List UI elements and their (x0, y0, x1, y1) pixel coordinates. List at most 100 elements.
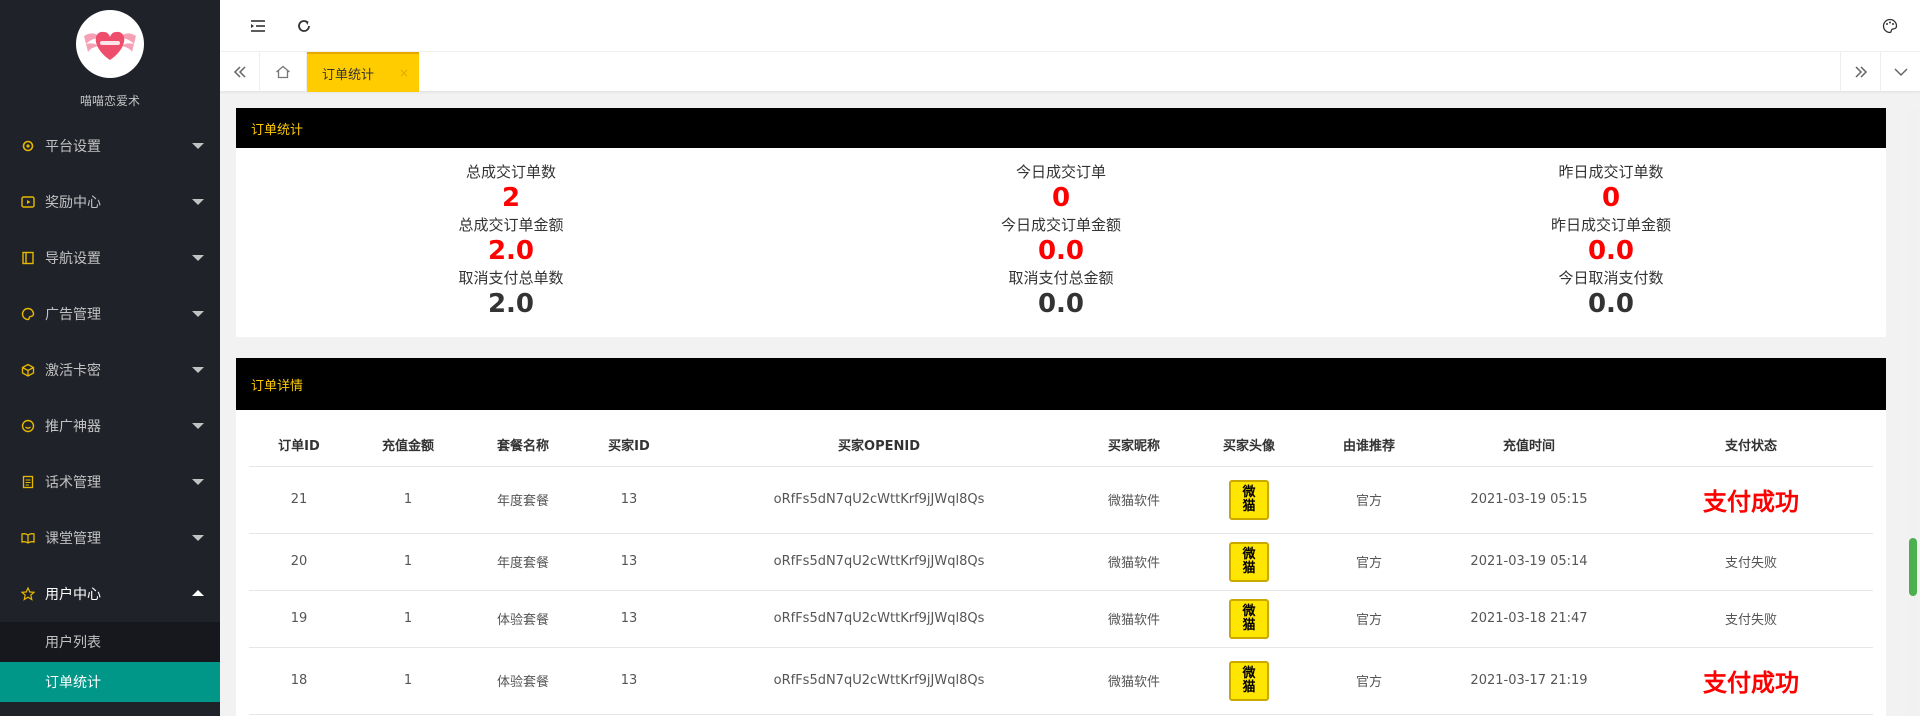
avatar[interactable]: 微猫 (1229, 479, 1269, 520)
star-icon (20, 586, 36, 602)
palette-icon (20, 306, 36, 322)
sidebar-item-label: 话术管理 (45, 475, 101, 491)
page-scrollbar[interactable] (1908, 108, 1918, 716)
theme-palette-icon[interactable] (1880, 16, 1900, 36)
cell-buyer-id: 13 (579, 590, 679, 648)
tabs-scroll-right-icon[interactable] (1840, 52, 1880, 92)
logo[interactable] (76, 10, 144, 78)
column-header[interactable]: 由谁推荐 (1309, 424, 1429, 467)
chevron-down-icon (192, 199, 204, 205)
stat-label: 今日成交订单金额 (1000, 216, 1121, 234)
avatar[interactable]: 微猫 (1229, 541, 1269, 582)
cell-referrer: 官方 (1309, 647, 1429, 715)
column-header[interactable]: 买家昵称 (1079, 424, 1189, 467)
cell-openid: oRfFs5dN7qU2cWttKrf9jJWql8Qs (679, 590, 1079, 648)
cell-status: 支付成功 (1629, 466, 1873, 534)
sidebar-item-label: 广告管理 (45, 307, 101, 323)
stat-value: 0.0 (1587, 289, 1635, 319)
cell-buyer-id: 13 (579, 533, 679, 591)
brand-name: 喵喵恋爱术 (79, 94, 140, 108)
stat-value: 0.0 (1037, 289, 1085, 319)
stat-value: 2.0 (487, 289, 535, 319)
column-header[interactable]: 买家ID (579, 424, 679, 467)
cube-icon (20, 362, 36, 378)
sidebar-item-user-center[interactable]: 用户中心 (0, 566, 220, 622)
scrollbar-thumb[interactable] (1909, 538, 1917, 596)
cell-amount: 1 (349, 533, 467, 591)
avatar[interactable]: 微猫 (1229, 598, 1269, 639)
cell-package: 年度套餐 (467, 533, 579, 591)
column-header[interactable]: 充值金额 (349, 424, 467, 467)
cell-package: 年度套餐 (467, 466, 579, 534)
stat-value: 0 (1051, 183, 1071, 213)
avatar[interactable]: 微猫 (1229, 660, 1269, 701)
column-header[interactable]: 支付状态 (1629, 424, 1873, 467)
cell-order-id: 20 (249, 533, 349, 591)
cell-amount: 1 (349, 590, 467, 648)
sidebar-subitem-user-list[interactable]: 用户列表 (0, 622, 220, 662)
sidebar-item-platform-settings[interactable]: 平台设置 (0, 118, 220, 174)
status-failed: 支付失败 (1724, 556, 1777, 571)
order-details-card: 订单详情 订单ID 充值金额 套餐名称 买家ID 买家OPENID 买家昵称 买… (236, 358, 1886, 716)
cell-nickname: 微猫软件 (1079, 647, 1189, 715)
tabs-dropdown-icon[interactable] (1880, 52, 1920, 92)
close-icon[interactable]: × (399, 66, 409, 80)
chevron-up-icon (192, 590, 204, 596)
tab-order-stats[interactable]: 订单统计 × (307, 52, 419, 92)
gear-icon (20, 138, 36, 154)
book-icon (20, 250, 36, 266)
sidebar-subitem-order-stats[interactable]: 订单统计 (0, 662, 220, 702)
column-header[interactable]: 买家头像 (1189, 424, 1309, 467)
stat-value: 0 (1601, 183, 1621, 213)
chevron-down-icon (192, 255, 204, 261)
card-title: 订单统计 (236, 108, 1886, 148)
cell-time: 2021-03-18 21:47 (1429, 590, 1629, 648)
winged-heart-icon (84, 31, 136, 60)
sidebar-item-label: 用户中心 (45, 587, 101, 603)
sidebar-item-class-management[interactable]: 课堂管理 (0, 510, 220, 566)
column-header[interactable]: 买家OPENID (679, 424, 1079, 467)
brand: 喵喵恋爱术 (0, 0, 220, 118)
column-header[interactable]: 充值时间 (1429, 424, 1629, 467)
sidebar-item-label: 平台设置 (45, 139, 101, 155)
home-icon[interactable] (260, 52, 307, 92)
menu-toggle-icon[interactable] (248, 16, 268, 36)
stat-value: 0.0 (1587, 236, 1635, 266)
tabs-scroll-left-icon[interactable] (220, 52, 260, 92)
smile-icon (20, 418, 36, 434)
refresh-icon[interactable] (294, 16, 314, 36)
tabs-bar: 订单统计 × (220, 52, 1920, 92)
cell-status: 支付成功 (1629, 647, 1873, 715)
chevron-down-icon (192, 311, 204, 317)
sidebar-item-label: 激活卡密 (45, 363, 101, 379)
stats-column-total: 总成交订单数 2 总成交订单金额 2.0 取消支付总单数 2.0 (236, 162, 786, 321)
orders-table: 订单ID 充值金额 套餐名称 买家ID 买家OPENID 买家昵称 买家头像 由… (249, 424, 1873, 715)
stat-label: 取消支付总金额 (1008, 269, 1114, 287)
status-failed: 支付失败 (1724, 613, 1777, 628)
sidebar-item-label: 课堂管理 (45, 531, 101, 547)
cell-order-id: 21 (249, 466, 349, 534)
sidebar-item-promotion-tool[interactable]: 推广神器 (0, 398, 220, 454)
table-row[interactable]: 21 1 年度套餐 13 oRfFs5dN7qU2cWttKrf9jJWql8Q… (249, 466, 1873, 534)
table-row[interactable]: 18 1 体验套餐 13 oRfFs5dN7qU2cWttKrf9jJWql8Q… (249, 647, 1873, 715)
table-row[interactable]: 19 1 体验套餐 13 oRfFs5dN7qU2cWttKrf9jJWql8Q… (249, 590, 1873, 648)
tab-label: 订单统计 (322, 67, 375, 83)
cell-order-id: 19 (249, 590, 349, 648)
column-header[interactable]: 订单ID (249, 424, 349, 467)
table-row[interactable]: 20 1 年度套餐 13 oRfFs5dN7qU2cWttKrf9jJWql8Q… (249, 533, 1873, 591)
cell-openid: oRfFs5dN7qU2cWttKrf9jJWql8Qs (679, 647, 1079, 715)
cell-time: 2021-03-19 05:14 (1429, 533, 1629, 591)
stats-column-yesterday: 昨日成交订单数 0 昨日成交订单金额 0.0 今日取消支付数 0.0 (1336, 162, 1886, 321)
card-title: 订单详情 (236, 358, 1886, 410)
sidebar-item-activation-codes[interactable]: 激活卡密 (0, 342, 220, 398)
status-success: 支付成功 (1703, 488, 1799, 516)
sidebar-item-reward-center[interactable]: 奖励中心 (0, 174, 220, 230)
cell-openid: oRfFs5dN7qU2cWttKrf9jJWql8Qs (679, 466, 1079, 534)
sidebar-item-nav-settings[interactable]: 导航设置 (0, 230, 220, 286)
column-header[interactable]: 套餐名称 (467, 424, 579, 467)
cell-nickname: 微猫软件 (1079, 533, 1189, 591)
sidebar-item-ad-management[interactable]: 广告管理 (0, 286, 220, 342)
stat-label: 总成交订单金额 (458, 216, 564, 234)
cell-status: 支付失败 (1629, 533, 1873, 591)
sidebar-item-script-management[interactable]: 话术管理 (0, 454, 220, 510)
